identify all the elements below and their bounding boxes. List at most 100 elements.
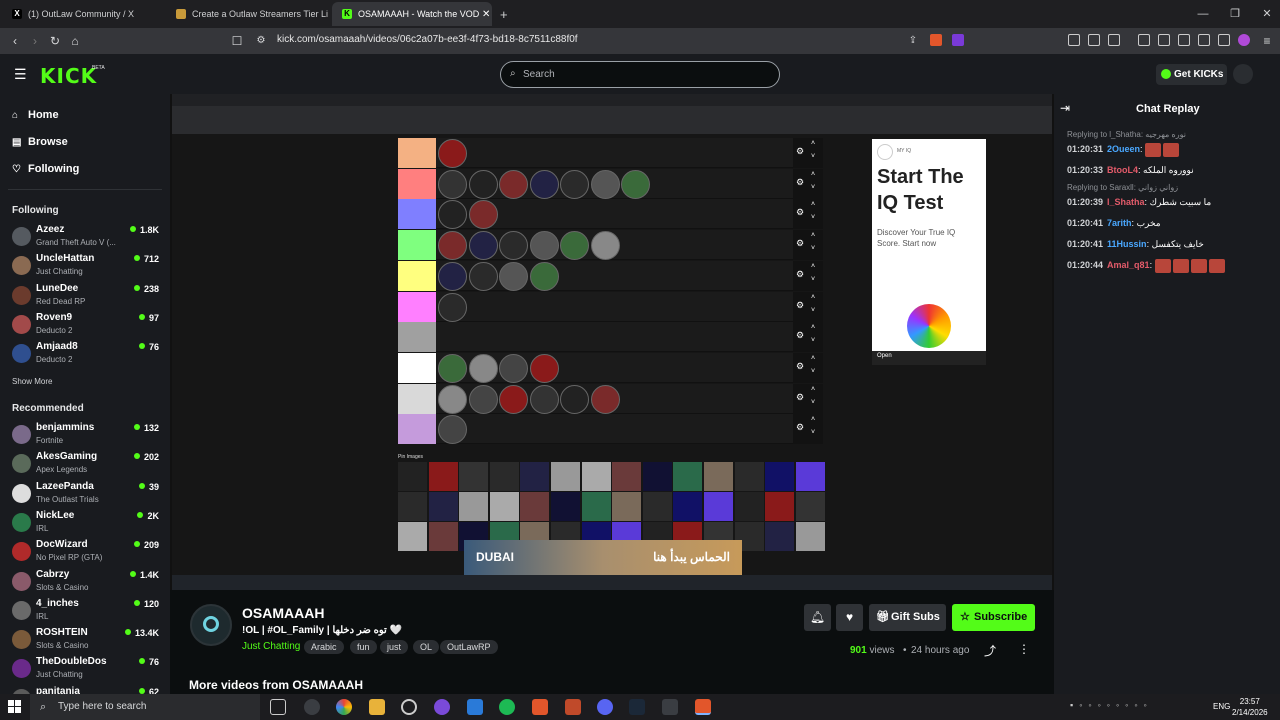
chat-username[interactable]: 7arith [1107, 218, 1132, 228]
bookmark-icon[interactable]: ☐ [228, 32, 246, 50]
channel-item[interactable]: Amjaad8 Deducto 2 76 [10, 341, 160, 369]
browser-tab-kick[interactable]: K OSAMAAAH - Watch the VOD ✕ [332, 2, 492, 26]
channel-item[interactable]: NickLee IRL 2K [10, 510, 160, 538]
streamer-avatar[interactable] [190, 604, 232, 646]
notification-bell-button[interactable]: 🔔︎ [804, 604, 831, 631]
close-tab-icon[interactable]: ✕ [482, 9, 490, 20]
more-options-icon[interactable]: ⋮ [1018, 642, 1030, 656]
brave-shield-icon[interactable] [930, 34, 942, 46]
profile-icon[interactable] [1238, 34, 1250, 46]
search-input[interactable]: ⌕ Search [500, 61, 780, 88]
chat-message[interactable]: 01:20:44 Amal_q81: [1067, 257, 1227, 273]
show-more-link[interactable]: Show More [12, 377, 52, 386]
extensions-icon[interactable] [1068, 34, 1080, 46]
channel-item[interactable]: 4_inches IRL 120 [10, 598, 160, 626]
tag-outlawrp[interactable]: OutLawRP [440, 640, 498, 654]
reload-icon[interactable]: ↻ [46, 32, 64, 50]
chat-message[interactable]: 01:20:41 11Hussin: خايف يتكفسل [1067, 236, 1204, 252]
chat-message[interactable]: 01:20:39 l_Shatha: ما سبيت شطرك [1067, 194, 1211, 210]
channel-item[interactable]: AkesGaming Apex Legends 202 [10, 451, 160, 479]
chat-username[interactable]: 11Hussin [1107, 239, 1147, 249]
site-info-icon[interactable]: ⚙ [252, 32, 270, 50]
channel-item[interactable]: LazeePanda The Outlast Trials 39 [10, 481, 160, 509]
file-explorer-icon[interactable] [369, 699, 385, 715]
channel-item[interactable]: DocWizard No Pixel RP (GTA) 209 [10, 539, 160, 567]
tag-fun[interactable]: fun [350, 640, 377, 654]
ad-open-bar[interactable]: Open [872, 351, 986, 365]
tag-arabic[interactable]: Arabic [304, 640, 344, 654]
brave-active-icon[interactable] [695, 699, 711, 715]
address-bar[interactable]: kick.com/osamaaah/videos/06c2a07b-ee3f-4… [277, 34, 578, 45]
channel-item[interactable]: Cabrzy Slots & Casino 1.4K [10, 569, 160, 597]
chat-username[interactable]: BtooL4 [1107, 165, 1138, 175]
channel-item[interactable]: benjammins Fortnite 132 [10, 422, 160, 450]
subscribe-button[interactable]: ☆ Subscribe [952, 604, 1035, 631]
chat-message[interactable]: 01:20:33 BtooL4: نووروه الملكه [1067, 162, 1194, 178]
restore-icon[interactable]: ❐ [1218, 0, 1252, 28]
app2-icon[interactable] [565, 699, 581, 715]
tag-ol[interactable]: OL [413, 640, 440, 654]
share-icon[interactable]: ⇪ [904, 32, 922, 50]
forward-icon[interactable]: › [26, 32, 44, 50]
discord-icon[interactable] [597, 699, 613, 715]
ai-icon[interactable] [1198, 34, 1210, 46]
wallet-icon[interactable] [1178, 34, 1190, 46]
nav-browse[interactable]: ▤ Browse [12, 136, 68, 148]
chat-message[interactable]: 01:20:31 2Oueen: [1067, 141, 1181, 157]
back-icon[interactable]: ‹ [6, 32, 24, 50]
chrome-icon[interactable] [336, 699, 352, 715]
nav-following[interactable]: ♡ Following [12, 163, 79, 175]
obs-icon[interactable] [304, 699, 320, 715]
channel-item[interactable]: Azeez Grand Theft Auto V (... 1.8K [10, 224, 160, 252]
video-player[interactable]: ⚙ ˄ ˅ ⚙ ˄ ˅ ⚙ ˄ ˅ ⚙ ˄ ˅ ⚙ ˄ ˅ ⚙ ˄ ˅ ⚙ ˄ ˅ ⚙ ˄ ˅ ⚙ ˄ ˅ ⚙ ˄ ˅ Pin Image… [170, 94, 1054, 590]
taskbar-clock[interactable]: 23:57 2/14/2026 [1232, 696, 1268, 718]
system-tray-icons[interactable]: ▪◦◦◦◦◦◦◦◦ [1070, 700, 1153, 710]
get-kicks-button[interactable]: Get KICKs [1156, 64, 1227, 85]
brave-icon[interactable] [532, 699, 548, 715]
app3-icon[interactable] [662, 699, 678, 715]
steam-icon[interactable] [629, 699, 645, 715]
share-icon[interactable]: ⤴ [984, 642, 996, 659]
chat-message[interactable]: 01:20:41 7arith: مخرب [1067, 215, 1161, 231]
chat-username[interactable]: l_Shatha [1107, 197, 1145, 207]
channel-item[interactable]: Roven9 Deducto 2 97 [10, 312, 160, 340]
windows-start-icon[interactable] [8, 700, 22, 714]
language-indicator[interactable]: ENG [1213, 702, 1230, 711]
app-icon[interactable] [401, 699, 417, 715]
download-icon[interactable] [1108, 34, 1120, 46]
user-avatar[interactable] [1233, 64, 1253, 84]
vpn-icon[interactable] [1218, 34, 1230, 46]
channel-item[interactable]: panitania 62 [10, 686, 160, 694]
kick-logo[interactable]: KICK [40, 64, 97, 88]
menu-icon[interactable]: ≡ [1258, 32, 1276, 50]
gift-subs-button[interactable]: 🎁︎ Gift Subs [869, 604, 946, 631]
collapse-chat-icon[interactable]: ⇥ [1060, 101, 1070, 115]
channel-item[interactable]: LuneDee Red Dead RP 238 [10, 283, 160, 311]
nav-home[interactable]: ⌂ Home [12, 109, 59, 121]
ad-panel[interactable]: MY IQ Start The IQ Test Discover Your Tr… [872, 139, 986, 365]
ad-banner[interactable]: DUBAI الحماس يبدأ هنا [464, 540, 742, 576]
channel-item[interactable]: ROSHTEIN Slots & Casino 13.4K [10, 627, 160, 655]
sidebar-toggle-icon[interactable] [1158, 34, 1170, 46]
channel-item[interactable]: UncleHattan Just Chatting 712 [10, 253, 160, 281]
screenshot-icon[interactable] [1088, 34, 1100, 46]
streamer-name[interactable]: OSAMAAAH [242, 605, 324, 621]
chat-username[interactable]: Amal_q81 [1107, 260, 1150, 270]
follow-heart-button[interactable]: ♥ [836, 604, 863, 631]
task-view-icon[interactable] [270, 699, 286, 715]
hamburger-menu-icon[interactable]: ☰ [14, 66, 27, 83]
media-icon[interactable] [1138, 34, 1150, 46]
spotify-icon[interactable] [499, 699, 515, 715]
taskbar-search-input[interactable]: ⌕ Type here to search [30, 694, 260, 720]
tag-just[interactable]: just [380, 640, 409, 654]
browser-tab-tierlist[interactable]: Create a Outlaw Streamers Tier List [166, 2, 328, 26]
discord-ptb-icon[interactable] [434, 699, 450, 715]
chat-username[interactable]: 2Oueen [1107, 144, 1140, 154]
minimize-icon[interactable]: — [1186, 0, 1220, 28]
close-window-icon[interactable]: ✕ [1250, 0, 1280, 28]
channel-item[interactable]: TheDoubleDos Just Chatting 76 [10, 656, 160, 684]
stream-category[interactable]: Just Chatting [242, 641, 300, 652]
new-tab-button[interactable]: + [496, 2, 516, 26]
home-browser-icon[interactable]: ⌂ [66, 32, 84, 50]
store-icon[interactable] [467, 699, 483, 715]
